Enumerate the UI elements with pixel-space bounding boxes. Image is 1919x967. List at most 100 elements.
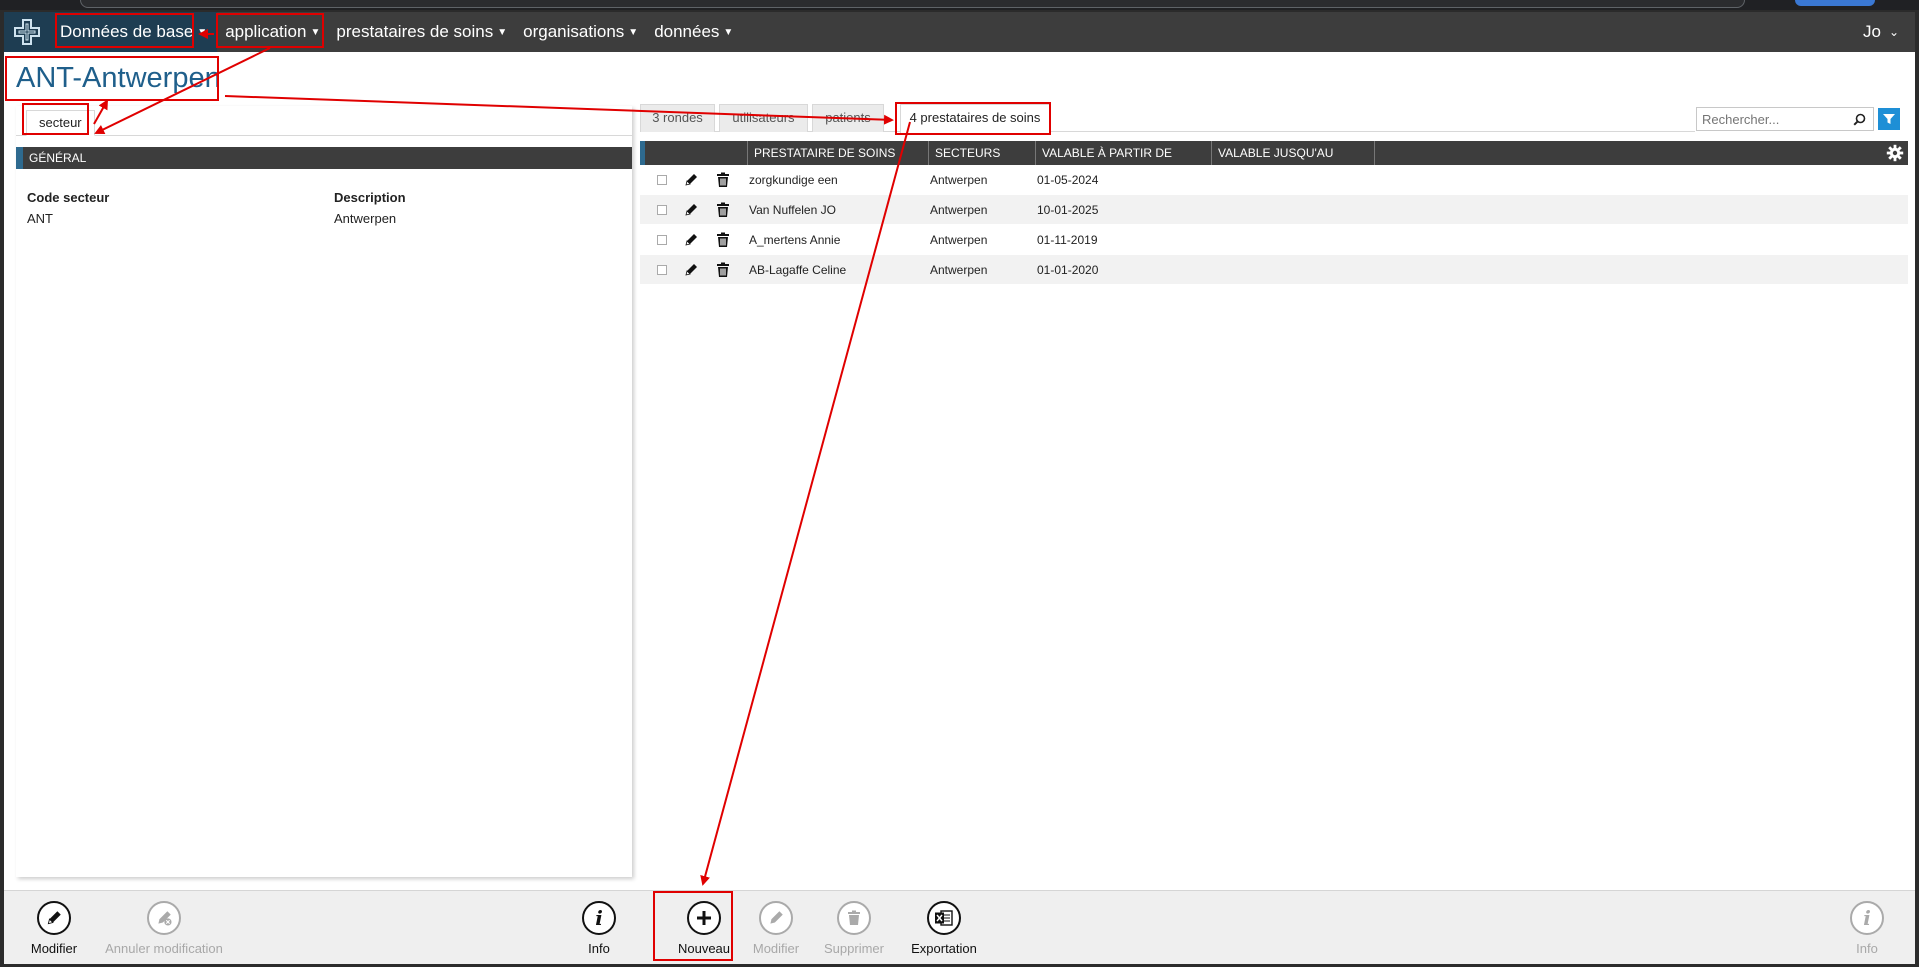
row-checkbox[interactable] [657,205,667,215]
pencil-icon [37,901,71,935]
nav-menu-prestataires[interactable]: prestataires de soins ▼ [328,12,515,52]
chevron-down-icon: ▼ [628,26,639,38]
grid-body: zorgkundige een Antwerpen 01-05-2024 Van… [640,165,1908,285]
pencil-icon[interactable] [683,172,699,188]
grid-header-secteurs[interactable]: SECTEURS [929,141,1036,165]
browser-profile-button[interactable] [1795,0,1875,6]
toolbar-label: Modifier [30,941,78,956]
toolbar-label: Modifier [752,941,800,956]
chevron-down-icon: ▼ [197,26,208,38]
cell-prestataire: A_mertens Annie [749,233,841,247]
bottom-toolbar: Modifier Annuler modification i Info Nou… [4,890,1915,964]
pencil-cancel-icon [147,901,181,935]
toolbar-label: Nouveau [677,941,731,956]
general-fields: Code secteur ANT Description Antwerpen [16,169,632,249]
cell-prestataire: zorgkundige een [749,173,838,187]
gear-icon[interactable] [1886,144,1904,162]
search-box [1696,107,1874,131]
trash-icon[interactable] [715,262,731,278]
modifier-selection-button[interactable]: Modifier [741,891,811,965]
grid-header-valable-fin[interactable]: VALABLE JUSQU'AU [1212,141,1375,165]
nav-home-menu[interactable]: Données de base ▼ [50,12,218,52]
cell-secteurs: Antwerpen [930,233,988,247]
cell-secteurs: Antwerpen [930,203,988,217]
table-row[interactable]: zorgkundige een Antwerpen 01-05-2024 [640,165,1908,195]
search-input[interactable] [1697,108,1847,130]
nav-menu-organisations[interactable]: organisations ▼ [515,12,646,52]
tab-utilisateurs[interactable]: utilisateurs [719,104,808,132]
search-icon[interactable] [1847,108,1871,130]
chevron-down-icon: ▼ [723,26,734,38]
nav-menu-label: prestataires de soins [336,22,494,41]
supprimer-button[interactable]: Supprimer [814,891,894,965]
excel-icon [927,901,961,935]
cell-valable-debut: 01-11-2019 [1037,233,1098,247]
nav-menu-label: données [654,22,720,41]
cell-valable-debut: 10-01-2025 [1037,203,1099,217]
plus-icon [687,901,721,935]
detail-tabs: secteur [16,106,632,136]
nav-menu-label: organisations [523,22,625,41]
field-label-code-secteur: Code secteur [27,190,110,205]
toolbar-label: Exportation [911,941,977,956]
user-name: Jo [1862,22,1881,41]
nav-home-label: Données de base [60,22,194,41]
browser-strip [0,0,1919,10]
row-checkbox[interactable] [657,265,667,275]
table-row[interactable]: Van Nuffelen JO Antwerpen 10-01-2025 [640,195,1908,225]
filter-button[interactable] [1878,108,1900,130]
info-icon: i [1850,901,1884,935]
chevron-down-icon: ⌄ [1888,25,1899,39]
browser-address-bar[interactable] [80,0,1745,8]
pencil-icon[interactable] [683,202,699,218]
app-logo[interactable] [4,12,50,52]
chevron-down-icon: ▼ [497,26,508,38]
field-label-description: Description [334,190,406,205]
page-title: ANT-Antwerpen [16,62,221,94]
exportation-button[interactable]: Exportation [899,891,989,965]
toolbar-label: Info [588,941,610,956]
nouveau-button[interactable]: Nouveau [664,891,744,965]
field-value-description: Antwerpen [334,211,397,226]
chevron-down-icon: ▼ [310,26,321,38]
cross-logo-icon [14,19,40,45]
tab-rondes[interactable]: 3 rondes [640,104,715,132]
trash-icon[interactable] [715,172,731,188]
detail-panel: secteur GÉNÉRAL Code secteur ANT Descrip… [16,106,632,877]
relation-tabs: 3 rondes utilisateurs patients 4 prestat… [640,102,1695,133]
nav-menu-donnees[interactable]: données ▼ [646,12,741,52]
cell-valable-debut: 01-05-2024 [1037,173,1099,187]
section-header-general: GÉNÉRAL [16,147,632,169]
field-value-code-secteur: ANT [27,211,53,226]
grid-header-prestataire[interactable]: PRESTATAIRE DE SOINS [748,141,929,165]
trash-icon[interactable] [715,202,731,218]
nav-menu-application[interactable]: application ▼ [217,12,328,52]
grid-header-actions [645,141,748,165]
tab-secteur[interactable]: secteur [26,110,95,136]
pencil-icon[interactable] [683,262,699,278]
row-checkbox[interactable] [657,235,667,245]
table-row[interactable]: AB-Lagaffe Celine Antwerpen 01-01-2020 [640,255,1908,285]
cell-prestataire: AB-Lagaffe Celine [749,263,847,277]
trash-icon [837,901,871,935]
nav-menu-label: application [225,22,307,41]
tab-prestataires-de-soins[interactable]: 4 prestataires de soins [900,104,1050,133]
pencil-icon[interactable] [683,232,699,248]
table-row[interactable]: A_mertens Annie Antwerpen 01-11-2019 [640,225,1908,255]
grid-header: PRESTATAIRE DE SOINS SECTEURS VALABLE À … [640,141,1908,165]
grid-header-valable-debut[interactable]: VALABLE À PARTIR DE [1036,141,1212,165]
main-content: ANT-Antwerpen secteur GÉNÉRAL Code secte… [4,52,1915,890]
filter-icon [1883,114,1895,124]
user-menu[interactable]: Jo ⌄ [1847,22,1915,42]
row-checkbox[interactable] [657,175,667,185]
info-right-button[interactable]: i Info [1842,891,1892,965]
cell-prestataire: Van Nuffelen JO [749,203,836,217]
cell-secteurs: Antwerpen [930,263,988,277]
info-button[interactable]: i Info [564,891,634,965]
toolbar-label: Supprimer [824,941,884,956]
annuler-modification-button[interactable]: Annuler modification [99,891,229,965]
modifier-button[interactable]: Modifier [19,891,89,965]
trash-icon[interactable] [715,232,731,248]
tab-patients[interactable]: patients [812,104,884,132]
top-navbar: Données de base ▼ application ▼ prestata… [4,12,1915,52]
